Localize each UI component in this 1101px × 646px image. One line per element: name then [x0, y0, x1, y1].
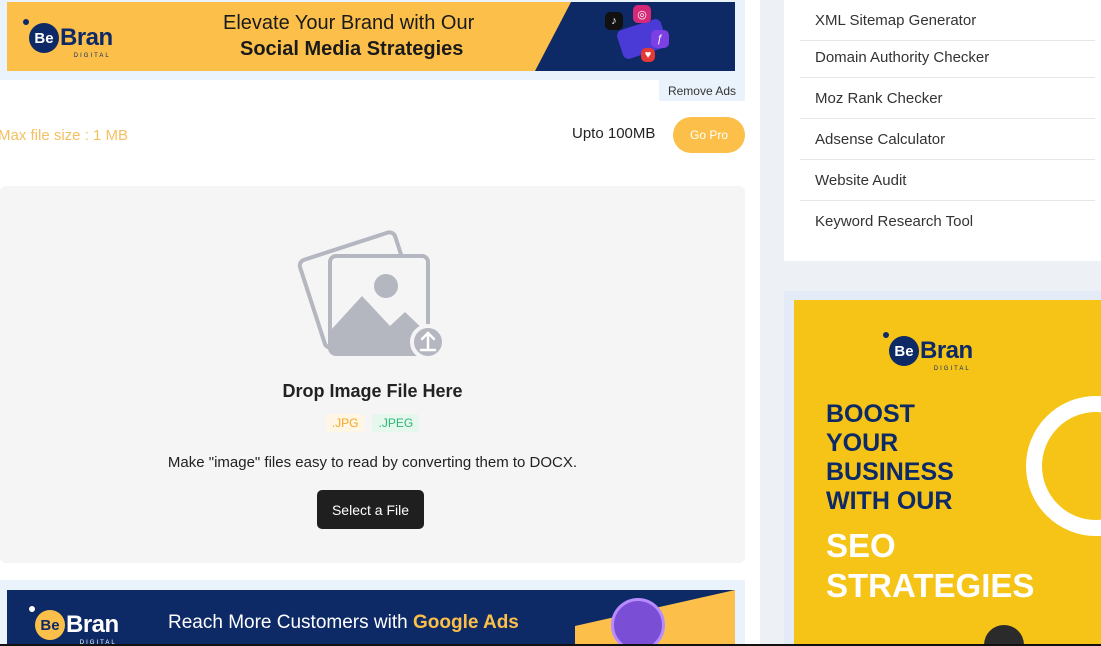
person-avatar	[984, 625, 1024, 646]
headline-line: BOOST	[826, 400, 915, 428]
bebran-logo-bottom: Be Bran DIGITAL	[29, 606, 119, 646]
side-banner-ad[interactable]: Be Bran DIGITAL BOOST YOUR BUSINESS WITH…	[794, 300, 1101, 646]
bottom-banner-ad[interactable]: Be Bran DIGITAL Reach More Customers wit…	[7, 590, 735, 646]
instagram-icon: ◎	[633, 5, 651, 23]
format-badges: .JPG .JPEG	[0, 414, 745, 432]
bottom-ad-prefix: Reach More Customers with	[168, 612, 413, 633]
image-upload-icon	[297, 230, 446, 360]
logo-sub: DIGITAL	[73, 53, 111, 59]
tool-link-website-audit[interactable]: Website Audit	[800, 160, 1095, 201]
go-pro-button[interactable]: Go Pro	[673, 117, 745, 153]
file-drop-zone[interactable]: Drop Image File Here .JPG .JPEG Make "im…	[0, 186, 745, 563]
social-f-icon: ƒ	[651, 30, 669, 48]
format-badge-jpeg: .JPEG	[372, 414, 420, 432]
tool-link-xml-sitemap[interactable]: XML Sitemap Generator	[800, 0, 1095, 41]
tool-link-keyword-research[interactable]: Keyword Research Tool	[800, 201, 1095, 242]
logo-bran: Bran	[66, 611, 119, 638]
tool-link-moz-rank[interactable]: Moz Rank Checker	[800, 78, 1095, 119]
tiktok-icon: ♪	[605, 12, 623, 30]
page: Be Bran DIGITAL Elevate Your Brand with …	[0, 0, 1101, 646]
side-ad-headline: BOOST YOUR BUSINESS WITH OUR	[826, 400, 954, 516]
tool-link-domain-authority[interactable]: Domain Authority Checker	[800, 37, 1095, 78]
highlight-line: SEO	[826, 527, 896, 564]
logo-be: Be	[889, 336, 919, 366]
upto-limit: Upto 100MB	[572, 125, 656, 142]
logo-be: Be	[35, 610, 65, 640]
logo-dot	[29, 606, 35, 612]
logo-be: Be	[29, 23, 59, 53]
format-badge-jpg: .JPG	[325, 414, 365, 432]
select-file-button[interactable]: Select a File	[317, 490, 424, 529]
headline-line: BUSINESS	[826, 458, 954, 486]
logo-dot	[23, 19, 29, 25]
remove-ads-link[interactable]: Remove Ads	[659, 80, 745, 101]
logo-bran: Bran	[60, 24, 113, 51]
heart-icon: ♥	[641, 48, 655, 62]
logo-sub: DIGITAL	[933, 366, 971, 372]
logo-dot	[883, 332, 889, 338]
top-ad-line2: Social Media Strategies	[240, 38, 464, 60]
google-ads-icon	[611, 598, 665, 646]
drop-title: Drop Image File Here	[282, 381, 463, 401]
bottom-ad-text: Reach More Customers with Google Ads	[168, 612, 519, 634]
max-file-size: Max file size : 1 MB	[0, 127, 129, 144]
bebran-logo: Be Bran DIGITAL	[23, 19, 113, 59]
headline-line: WITH OUR	[826, 487, 953, 515]
decorative-ring	[1026, 396, 1101, 536]
tool-link-adsense-calculator[interactable]: Adsense Calculator	[800, 119, 1095, 160]
top-banner-ad[interactable]: Be Bran DIGITAL Elevate Your Brand with …	[7, 2, 735, 71]
logo-bran: Bran	[920, 337, 973, 364]
headline-line: YOUR	[826, 429, 899, 457]
bottom-ad-highlight: Google Ads	[412, 612, 519, 633]
bebran-logo-side: Be Bran DIGITAL	[883, 332, 973, 372]
highlight-line: STRATEGIES	[826, 567, 1035, 604]
drop-description: Make "image" files easy to read by conve…	[167, 454, 578, 471]
side-ad-highlight: SEO STRATEGIES	[826, 526, 1034, 606]
top-ad-line1: Elevate Your Brand with Our	[223, 12, 475, 34]
